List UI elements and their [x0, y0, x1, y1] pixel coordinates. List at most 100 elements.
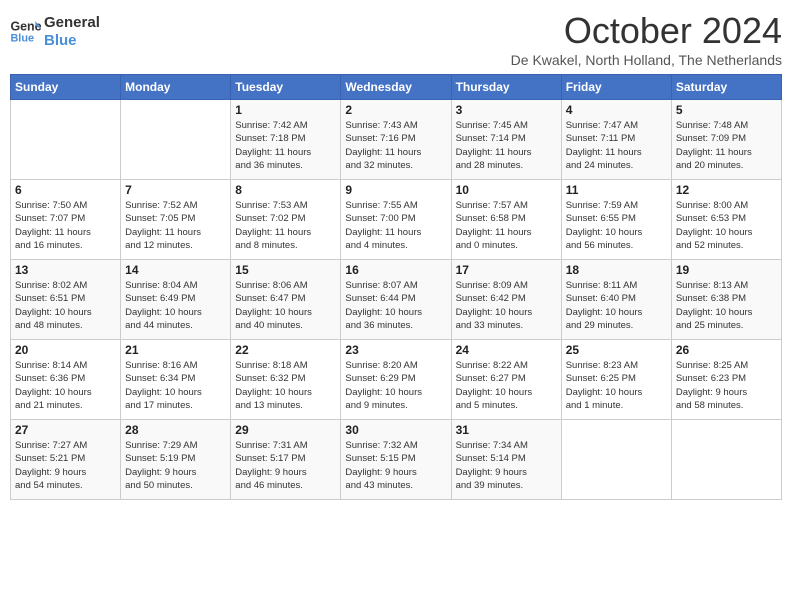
day-info: Sunrise: 8:02 AM Sunset: 6:51 PM Dayligh… — [15, 279, 116, 332]
logo-icon: General Blue — [10, 18, 42, 46]
calendar-cell: 11Sunrise: 7:59 AM Sunset: 6:55 PM Dayli… — [561, 180, 671, 260]
day-info: Sunrise: 7:31 AM Sunset: 5:17 PM Dayligh… — [235, 439, 336, 492]
svg-text:Blue: Blue — [10, 32, 34, 44]
calendar-cell: 9 Sunrise: 7:55 AM Sunset: 7:00 PM Daylig… — [341, 180, 451, 260]
day-number: 23 — [345, 343, 446, 357]
weekday-header-sunday: Sunday — [11, 75, 121, 100]
calendar-week-3: 13 Sunrise: 8:02 AM Sunset: 6:51 PM Dayli… — [11, 260, 782, 340]
day-info: Sunrise: 8:06 AM Sunset: 6:47 PM Dayligh… — [235, 279, 336, 332]
day-info: Sunrise: 8:11 AM Sunset: 6:40 PM Dayligh… — [566, 279, 667, 332]
weekday-header-friday: Friday — [561, 75, 671, 100]
day-info: Sunrise: 8:14 AM Sunset: 6:36 PM Dayligh… — [15, 359, 116, 412]
calendar-cell: 13 Sunrise: 8:02 AM Sunset: 6:51 PM Dayli… — [11, 260, 121, 340]
calendar-cell: 16 Sunrise: 8:07 AM Sunset: 6:44 PM Dayli… — [341, 260, 451, 340]
day-number: 3 — [456, 103, 557, 117]
day-info: Sunrise: 7:47 AM Sunset: 7:11 PM Dayligh… — [566, 119, 667, 172]
location: De Kwakel, North Holland, The Netherland… — [511, 52, 782, 68]
weekday-header-row: SundayMondayTuesdayWednesdayThursdayFrid… — [11, 75, 782, 100]
day-number: 7 — [125, 183, 226, 197]
day-number: 18 — [566, 263, 667, 277]
day-number: 21 — [125, 343, 226, 357]
calendar-cell: 19Sunrise: 8:13 AM Sunset: 6:38 PM Dayli… — [671, 260, 781, 340]
calendar-cell: 6 Sunrise: 7:50 AM Sunset: 7:07 PM Daylig… — [11, 180, 121, 260]
day-info: Sunrise: 7:59 AM Sunset: 6:55 PM Dayligh… — [566, 199, 667, 252]
calendar-cell: 31 Sunrise: 7:34 AM Sunset: 5:14 PM Dayli… — [451, 420, 561, 500]
day-info: Sunrise: 7:50 AM Sunset: 7:07 PM Dayligh… — [15, 199, 116, 252]
day-info: Sunrise: 8:04 AM Sunset: 6:49 PM Dayligh… — [125, 279, 226, 332]
calendar-cell: 4 Sunrise: 7:47 AM Sunset: 7:11 PM Daylig… — [561, 100, 671, 180]
logo-line2: Blue — [44, 32, 100, 50]
day-info: Sunrise: 7:43 AM Sunset: 7:16 PM Dayligh… — [345, 119, 446, 172]
calendar-week-5: 27Sunrise: 7:27 AM Sunset: 5:21 PM Dayli… — [11, 420, 782, 500]
calendar-cell: 12Sunrise: 8:00 AM Sunset: 6:53 PM Dayli… — [671, 180, 781, 260]
calendar-cell: 22Sunrise: 8:18 AM Sunset: 6:32 PM Dayli… — [231, 340, 341, 420]
calendar-cell: 5 Sunrise: 7:48 AM Sunset: 7:09 PM Daylig… — [671, 100, 781, 180]
day-number: 27 — [15, 423, 116, 437]
day-info: Sunrise: 7:34 AM Sunset: 5:14 PM Dayligh… — [456, 439, 557, 492]
calendar-week-1: 1Sunrise: 7:42 AM Sunset: 7:18 PM Daylig… — [11, 100, 782, 180]
calendar-cell: 21 Sunrise: 8:16 AM Sunset: 6:34 PM Dayli… — [121, 340, 231, 420]
calendar-cell: 29Sunrise: 7:31 AM Sunset: 5:17 PM Dayli… — [231, 420, 341, 500]
calendar-cell: 14 Sunrise: 8:04 AM Sunset: 6:49 PM Dayli… — [121, 260, 231, 340]
calendar-cell: 24 Sunrise: 8:22 AM Sunset: 6:27 PM Dayli… — [451, 340, 561, 420]
day-number: 5 — [676, 103, 777, 117]
weekday-header-monday: Monday — [121, 75, 231, 100]
calendar-cell: 27Sunrise: 7:27 AM Sunset: 5:21 PM Dayli… — [11, 420, 121, 500]
day-info: Sunrise: 7:52 AM Sunset: 7:05 PM Dayligh… — [125, 199, 226, 252]
calendar-cell: 28Sunrise: 7:29 AM Sunset: 5:19 PM Dayli… — [121, 420, 231, 500]
calendar-cell: 1Sunrise: 7:42 AM Sunset: 7:18 PM Daylig… — [231, 100, 341, 180]
calendar-cell — [121, 100, 231, 180]
day-number: 24 — [456, 343, 557, 357]
day-number: 26 — [676, 343, 777, 357]
day-number: 14 — [125, 263, 226, 277]
day-number: 31 — [456, 423, 557, 437]
day-number: 1 — [235, 103, 336, 117]
weekday-header-tuesday: Tuesday — [231, 75, 341, 100]
calendar-week-2: 6 Sunrise: 7:50 AM Sunset: 7:07 PM Daylig… — [11, 180, 782, 260]
day-number: 8 — [235, 183, 336, 197]
day-info: Sunrise: 7:53 AM Sunset: 7:02 PM Dayligh… — [235, 199, 336, 252]
page-header: General Blue General Blue October 2024 D… — [10, 10, 782, 68]
calendar-cell — [671, 420, 781, 500]
month-title: October 2024 — [511, 10, 782, 52]
calendar-cell: 17Sunrise: 8:09 AM Sunset: 6:42 PM Dayli… — [451, 260, 561, 340]
day-number: 22 — [235, 343, 336, 357]
calendar-cell — [11, 100, 121, 180]
day-info: Sunrise: 7:29 AM Sunset: 5:19 PM Dayligh… — [125, 439, 226, 492]
day-info: Sunrise: 8:23 AM Sunset: 6:25 PM Dayligh… — [566, 359, 667, 412]
day-number: 12 — [676, 183, 777, 197]
day-number: 13 — [15, 263, 116, 277]
day-info: Sunrise: 8:22 AM Sunset: 6:27 PM Dayligh… — [456, 359, 557, 412]
calendar-cell: 20Sunrise: 8:14 AM Sunset: 6:36 PM Dayli… — [11, 340, 121, 420]
calendar-cell: 30Sunrise: 7:32 AM Sunset: 5:15 PM Dayli… — [341, 420, 451, 500]
weekday-header-wednesday: Wednesday — [341, 75, 451, 100]
day-info: Sunrise: 7:48 AM Sunset: 7:09 PM Dayligh… — [676, 119, 777, 172]
logo-line1: General — [44, 14, 100, 32]
day-number: 6 — [15, 183, 116, 197]
title-block: October 2024 De Kwakel, North Holland, T… — [511, 10, 782, 68]
day-info: Sunrise: 8:20 AM Sunset: 6:29 PM Dayligh… — [345, 359, 446, 412]
day-number: 9 — [345, 183, 446, 197]
day-number: 19 — [676, 263, 777, 277]
day-info: Sunrise: 8:07 AM Sunset: 6:44 PM Dayligh… — [345, 279, 446, 332]
calendar-cell: 3 Sunrise: 7:45 AM Sunset: 7:14 PM Daylig… — [451, 100, 561, 180]
calendar-cell: 23 Sunrise: 8:20 AM Sunset: 6:29 PM Dayli… — [341, 340, 451, 420]
day-info: Sunrise: 7:55 AM Sunset: 7:00 PM Dayligh… — [345, 199, 446, 252]
calendar-cell: 10Sunrise: 7:57 AM Sunset: 6:58 PM Dayli… — [451, 180, 561, 260]
day-number: 16 — [345, 263, 446, 277]
calendar-cell: 25Sunrise: 8:23 AM Sunset: 6:25 PM Dayli… — [561, 340, 671, 420]
day-info: Sunrise: 7:45 AM Sunset: 7:14 PM Dayligh… — [456, 119, 557, 172]
calendar-week-4: 20Sunrise: 8:14 AM Sunset: 6:36 PM Dayli… — [11, 340, 782, 420]
day-info: Sunrise: 8:25 AM Sunset: 6:23 PM Dayligh… — [676, 359, 777, 412]
calendar-cell: 7 Sunrise: 7:52 AM Sunset: 7:05 PM Daylig… — [121, 180, 231, 260]
day-number: 15 — [235, 263, 336, 277]
calendar-cell: 26 Sunrise: 8:25 AM Sunset: 6:23 PM Dayli… — [671, 340, 781, 420]
calendar-table: SundayMondayTuesdayWednesdayThursdayFrid… — [10, 74, 782, 500]
calendar-cell: 8 Sunrise: 7:53 AM Sunset: 7:02 PM Daylig… — [231, 180, 341, 260]
day-info: Sunrise: 7:57 AM Sunset: 6:58 PM Dayligh… — [456, 199, 557, 252]
day-info: Sunrise: 7:32 AM Sunset: 5:15 PM Dayligh… — [345, 439, 446, 492]
day-info: Sunrise: 8:16 AM Sunset: 6:34 PM Dayligh… — [125, 359, 226, 412]
calendar-cell: 15 Sunrise: 8:06 AM Sunset: 6:47 PM Dayli… — [231, 260, 341, 340]
day-number: 2 — [345, 103, 446, 117]
day-number: 4 — [566, 103, 667, 117]
